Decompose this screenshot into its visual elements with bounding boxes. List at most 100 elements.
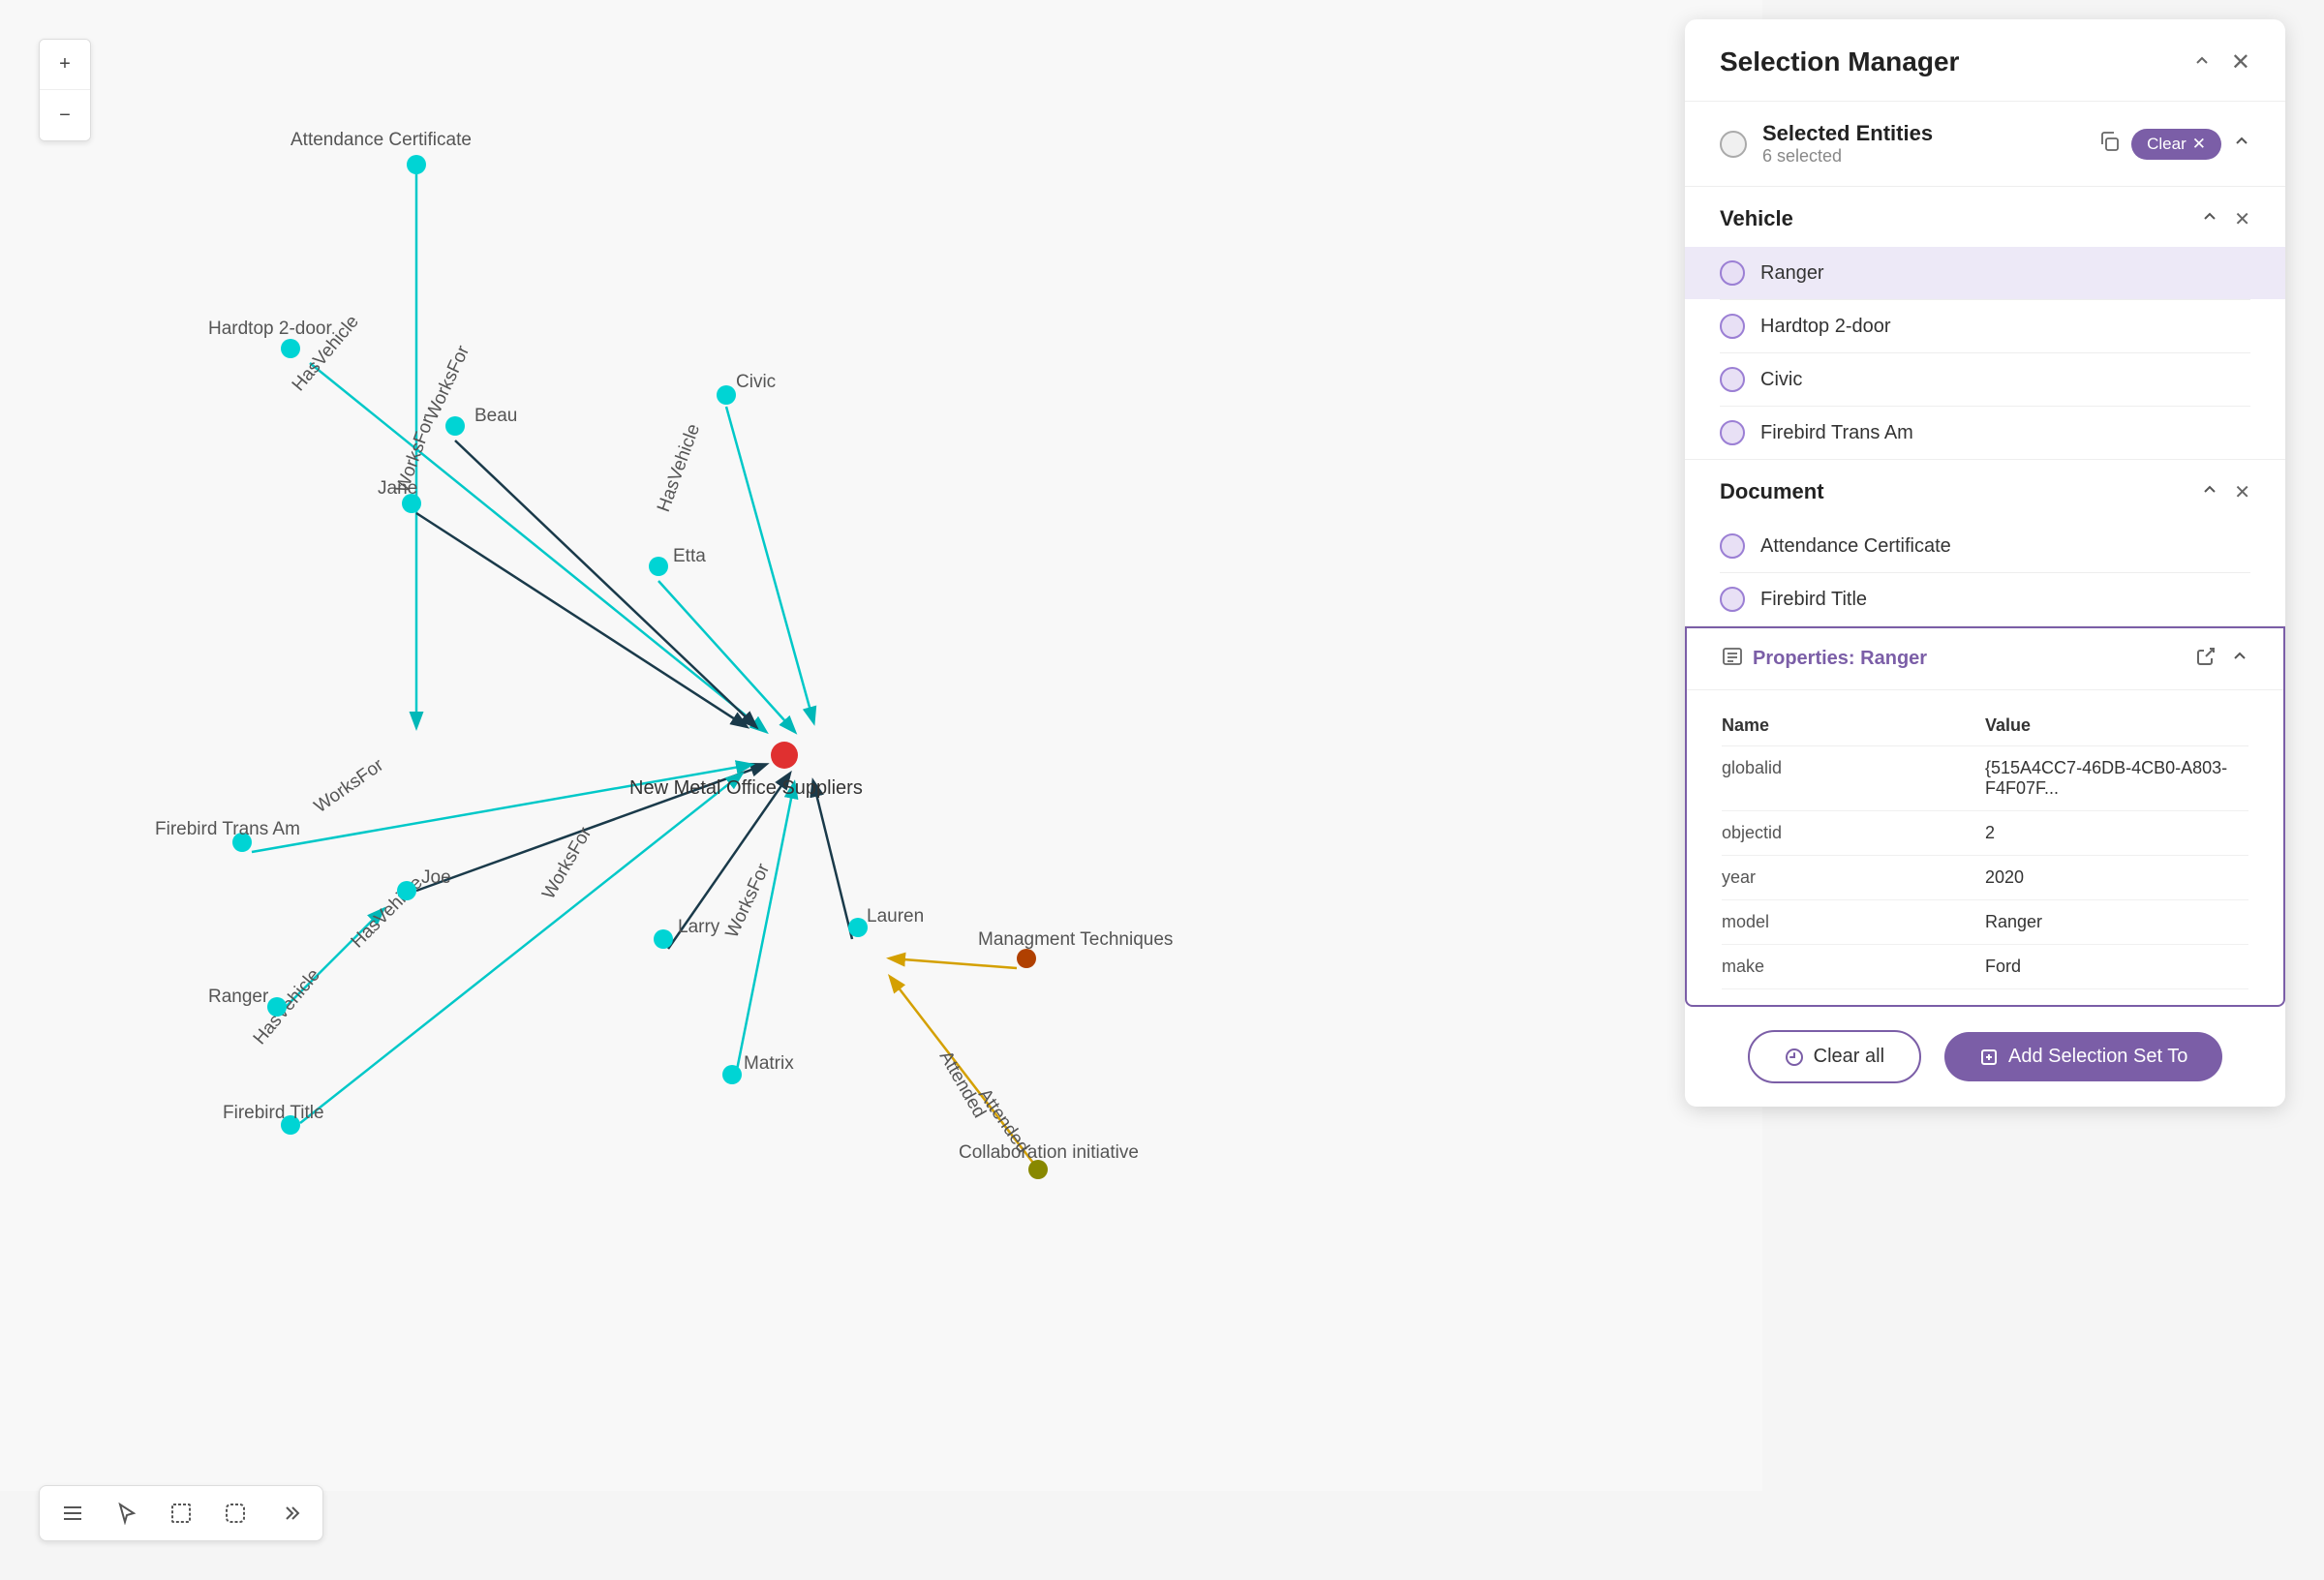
prop-value-globalid: {515A4CC7-46DB-4CB0-A803-F4F07F... xyxy=(1985,758,2248,799)
properties-icons xyxy=(2196,647,2248,671)
svg-text:Firebird Title: Firebird Title xyxy=(223,1103,324,1123)
document-section-header: Document ✕ xyxy=(1685,460,2285,520)
entities-collapse-arrow[interactable] xyxy=(2233,133,2250,155)
panel-close-button[interactable]: ✕ xyxy=(2231,48,2250,76)
svg-text:Collaboration initiative: Collaboration initiative xyxy=(959,1142,1139,1163)
prop-col-name: Name xyxy=(1722,715,1985,736)
select-lasso-icon[interactable] xyxy=(218,1496,253,1531)
selection-panel: Selection Manager ✕ Selected Entities 6 … xyxy=(1685,19,2285,1107)
zoom-out-button[interactable]: − xyxy=(40,90,90,140)
panel-collapse-button[interactable] xyxy=(2192,50,2212,75)
svg-text:Attended: Attended xyxy=(935,1048,990,1121)
vehicle-item-firebird-trans[interactable]: Firebird Trans Am xyxy=(1685,407,2285,459)
prop-row-globalid: globalid {515A4CC7-46DB-4CB0-A803-F4F07F… xyxy=(1722,746,2248,811)
vehicle-item-civic[interactable]: Civic xyxy=(1685,353,2285,406)
properties-title: Properties: Ranger xyxy=(1753,648,1927,670)
copy-icon[interactable] xyxy=(2098,131,2120,158)
clear-badge-label: Clear xyxy=(2147,135,2186,154)
cursor-icon[interactable] xyxy=(109,1496,144,1531)
more-icon[interactable] xyxy=(272,1496,307,1531)
vehicle-item-label-civic: Civic xyxy=(1760,369,1802,391)
document-item-circle-attendance xyxy=(1720,533,1745,559)
vehicle-item-circle-hardtop xyxy=(1720,314,1745,339)
properties-entity-icon xyxy=(1722,646,1743,672)
svg-text:Larry: Larry xyxy=(678,917,720,937)
document-item-attendance[interactable]: Attendance Certificate xyxy=(1685,520,2285,572)
svg-text:Lauren: Lauren xyxy=(867,906,924,927)
svg-text:Firebird Trans Am: Firebird Trans Am xyxy=(155,819,300,839)
svg-text:WorksFor: WorksFor xyxy=(721,860,774,941)
entity-actions: Clear ✕ xyxy=(2098,129,2250,160)
svg-text:New Metal Office Suppliers: New Metal Office Suppliers xyxy=(629,777,863,799)
prop-name-objectid: objectid xyxy=(1722,823,1985,843)
prop-value-year: 2020 xyxy=(1985,867,2248,888)
prop-value-objectid: 2 xyxy=(1985,823,2248,843)
svg-text:Attendance Certificate: Attendance Certificate xyxy=(290,130,472,150)
prop-name-globalid: globalid xyxy=(1722,758,1985,799)
clear-all-label: Clear all xyxy=(1814,1046,1884,1068)
document-item-circle-firebird-title xyxy=(1720,587,1745,612)
entity-info: Selected Entities 6 selected xyxy=(1762,121,2083,167)
document-section-actions: ✕ xyxy=(2201,480,2250,504)
svg-text:HasVehicle: HasVehicle xyxy=(348,872,427,952)
svg-text:Civic: Civic xyxy=(736,372,776,392)
prop-value-model: Ranger xyxy=(1985,912,2248,932)
entity-circle xyxy=(1720,131,1747,158)
svg-text:Beau: Beau xyxy=(474,406,517,426)
svg-text:WorksFor: WorksFor xyxy=(421,342,474,423)
prop-value-make: Ford xyxy=(1985,957,2248,977)
document-item-label-firebird-title: Firebird Title xyxy=(1760,589,1867,611)
prop-name-model: model xyxy=(1722,912,1985,932)
panel-footer: Clear all Add Selection Set To xyxy=(1685,1007,2285,1107)
vehicle-item-hardtop[interactable]: Hardtop 2-door xyxy=(1685,300,2285,352)
vehicle-section-header: Vehicle ✕ xyxy=(1685,187,2285,247)
vehicle-section-actions: ✕ xyxy=(2201,207,2250,231)
prop-name-year: year xyxy=(1722,867,1985,888)
vehicle-item-label-ranger: Ranger xyxy=(1760,262,1824,285)
vehicle-item-ranger[interactable]: Ranger xyxy=(1685,247,2285,299)
document-section-title: Document xyxy=(1720,479,1824,504)
graph-canvas[interactable]: HasVehicle WorksFor WorksFor HasVehicle … xyxy=(0,0,1762,1491)
document-item-firebird-title[interactable]: Firebird Title xyxy=(1685,573,2285,625)
panel-header: Selection Manager ✕ xyxy=(1685,19,2285,102)
svg-text:Ranger: Ranger xyxy=(208,987,269,1007)
svg-text:Matrix: Matrix xyxy=(744,1053,794,1074)
document-collapse-icon[interactable] xyxy=(2201,481,2218,503)
svg-text:HasVehicle: HasVehicle xyxy=(654,421,704,515)
vehicle-close-icon[interactable]: ✕ xyxy=(2234,207,2250,231)
prop-row-objectid: objectid 2 xyxy=(1722,811,2248,856)
prop-name-make: make xyxy=(1722,957,1985,977)
list-icon[interactable] xyxy=(55,1496,90,1531)
prop-table-header: Name Value xyxy=(1722,706,2248,746)
panel-title: Selection Manager xyxy=(1720,46,1959,77)
properties-table: Name Value globalid {515A4CC7-46DB-4CB0-… xyxy=(1687,690,2283,1005)
vehicle-item-circle-firebird-trans xyxy=(1720,420,1745,445)
document-item-label-attendance: Attendance Certificate xyxy=(1760,535,1951,558)
vehicle-section-title: Vehicle xyxy=(1720,206,1793,231)
svg-text:Jane: Jane xyxy=(378,478,417,499)
properties-header: Properties: Ranger xyxy=(1687,628,2283,690)
bottom-toolbar xyxy=(39,1485,323,1541)
document-close-icon[interactable]: ✕ xyxy=(2234,480,2250,504)
svg-text:WorksFor: WorksFor xyxy=(311,754,388,817)
prop-row-model: model Ranger xyxy=(1722,900,2248,945)
vehicle-collapse-icon[interactable] xyxy=(2201,208,2218,230)
svg-text:HasVehicle: HasVehicle xyxy=(250,965,324,1048)
document-section: Document ✕ Attendance Certificate Firebi… xyxy=(1685,460,2285,626)
clear-badge-x: ✕ xyxy=(2192,135,2206,154)
add-selection-button[interactable]: Add Selection Set To xyxy=(1944,1032,2222,1081)
zoom-in-button[interactable]: + xyxy=(40,40,90,90)
svg-text:Joe: Joe xyxy=(421,867,451,888)
entity-title: Selected Entities xyxy=(1762,121,2083,146)
vehicle-item-circle-ranger xyxy=(1720,260,1745,286)
properties-collapse-button[interactable] xyxy=(2231,648,2248,670)
prop-row-make: make Ford xyxy=(1722,945,2248,989)
clear-all-button[interactable]: Clear all xyxy=(1748,1030,1921,1083)
entity-count: 6 selected xyxy=(1762,146,2083,167)
select-rect-icon[interactable] xyxy=(164,1496,199,1531)
clear-badge[interactable]: Clear ✕ xyxy=(2131,129,2221,160)
properties-external-link-button[interactable] xyxy=(2196,647,2216,671)
svg-text:Hardtop 2-door: Hardtop 2-door xyxy=(208,319,332,339)
vehicle-item-circle-civic xyxy=(1720,367,1745,392)
prop-col-value: Value xyxy=(1985,715,2248,736)
